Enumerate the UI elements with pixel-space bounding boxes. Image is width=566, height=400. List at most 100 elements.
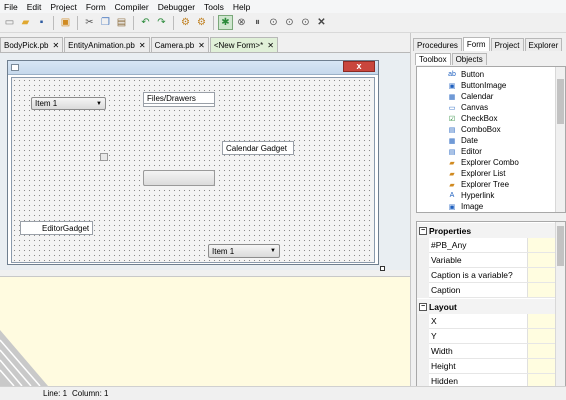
save-all-icon[interactable]: ▣ — [58, 15, 73, 30]
property-value[interactable] — [527, 359, 555, 373]
files-drawers-gadget[interactable]: Files/Drawers — [143, 92, 215, 104]
menu-form[interactable]: Form — [83, 2, 112, 12]
calendar-gadget[interactable]: Calendar Gadget — [222, 141, 294, 155]
cut-icon[interactable]: ✂ — [82, 15, 97, 30]
step-icon[interactable]: ⊙ — [266, 15, 281, 30]
property-value[interactable] — [527, 344, 555, 358]
section-layout[interactable]: − Layout — [417, 299, 555, 314]
toolbar-separator — [53, 15, 54, 30]
property-value[interactable] — [527, 283, 555, 297]
collapse-icon[interactable]: − — [419, 226, 427, 235]
toolbox-item[interactable]: ▰ Explorer List — [447, 168, 505, 179]
menu-project[interactable]: Project — [47, 2, 82, 12]
combo-gadget[interactable]: Item 1 ▼ — [31, 97, 106, 110]
toolbox-item[interactable]: ab Button — [447, 69, 484, 80]
toolbox-item[interactable]: ▰ Explorer Combo — [447, 157, 519, 168]
close-tab-icon[interactable]: ✕ — [139, 41, 146, 50]
button-gadget[interactable] — [143, 170, 215, 186]
tab-toolbox[interactable]: Toolbox — [415, 53, 451, 65]
property-row[interactable]: Caption — [417, 282, 555, 298]
property-row[interactable]: #PB_Any — [417, 237, 555, 253]
undo-icon[interactable]: ↶ — [138, 15, 153, 30]
property-row[interactable]: Height — [417, 358, 555, 374]
properties-scrollbar[interactable] — [555, 222, 565, 399]
toolbox-item[interactable]: ▤ ComboBox — [447, 124, 501, 135]
tab-form[interactable]: Form — [462, 37, 490, 51]
menu-file[interactable]: File — [1, 2, 24, 12]
close-tab-icon[interactable]: ✕ — [52, 41, 59, 50]
stop-icon[interactable]: ⊗ — [234, 15, 249, 30]
form-canvas[interactable]: Item 1 ▼ Files/Drawers Calendar Gadget Ed… — [11, 77, 375, 263]
new-file-icon[interactable]: ▭ — [2, 15, 17, 30]
combo-gadget-2[interactable]: Item 1 ▼ — [208, 244, 280, 258]
toolbox-item[interactable]: ▰ Explorer Tree — [447, 179, 509, 190]
tab-explorer[interactable]: Explorer — [524, 38, 563, 51]
property-value[interactable] — [527, 329, 555, 343]
explorer-list-icon: ▰ — [449, 170, 455, 178]
property-row[interactable]: Y — [417, 328, 555, 344]
right-panel: Procedures Form Project Explorer Toolbox… — [410, 33, 566, 400]
open-icon[interactable]: ▰ — [18, 15, 33, 30]
close-tab-icon[interactable]: ✕ — [198, 41, 205, 50]
copy-icon[interactable]: ❐ — [98, 15, 113, 30]
step-over-icon[interactable]: ⊙ — [282, 15, 297, 30]
editor-gadget[interactable]: EditorGadget — [20, 221, 93, 235]
toolbar-separator — [213, 15, 214, 30]
menu-tools[interactable]: Tools — [201, 2, 230, 12]
tab-procedures[interactable]: Procedures — [413, 38, 462, 51]
form-window[interactable]: x Item 1 ▼ Files/Drawers Calendar Gadget … — [7, 60, 379, 265]
collapse-icon[interactable]: − — [419, 302, 427, 311]
property-value[interactable] — [527, 268, 555, 282]
form-resize-handle[interactable] — [380, 266, 385, 271]
property-value[interactable] — [527, 314, 555, 328]
toolbox-item[interactable]: ▣ ButtonImage — [447, 80, 507, 91]
close-button[interactable]: x — [343, 61, 375, 72]
toolbox-item[interactable]: ▤ Editor — [447, 146, 482, 157]
tab-entityanimation[interactable]: EntityAnimation.pb ✕ — [64, 37, 150, 52]
tab-camera[interactable]: Camera.pb ✕ — [150, 37, 209, 52]
date-icon: ▦ — [448, 137, 456, 145]
debug-icon[interactable]: ✱ — [218, 15, 233, 30]
tab-project[interactable]: Project — [490, 38, 524, 51]
save-icon[interactable]: ▪ — [34, 15, 49, 30]
explorer-tree-icon: ▰ — [449, 181, 455, 189]
paste-icon[interactable]: ▤ — [114, 15, 129, 30]
close-tab-icon[interactable]: ✕ — [267, 41, 274, 50]
run-icon[interactable]: ⚙ — [194, 15, 209, 30]
redo-icon[interactable]: ↷ — [154, 15, 169, 30]
property-value[interactable] — [527, 253, 555, 267]
property-row[interactable]: Variable — [417, 252, 555, 268]
property-row[interactable]: X — [417, 313, 555, 329]
menu-debugger[interactable]: Debugger — [155, 2, 201, 12]
tab-bodypick[interactable]: BodyPick.pb ✕ — [0, 37, 64, 52]
toolbox-item[interactable]: A Hyperlink — [447, 190, 495, 201]
toolbox-item[interactable]: ▭ Canvas — [447, 102, 488, 113]
form-titlebar[interactable]: x — [8, 61, 378, 75]
splitter-grip-icon[interactable] — [0, 330, 48, 386]
toolbox-item[interactable]: ☑ CheckBox — [447, 113, 498, 124]
toolbox-item[interactable]: ▣ Image — [447, 201, 484, 212]
checkbox-gadget[interactable] — [100, 153, 108, 161]
step-out-icon[interactable]: ⊙ — [298, 15, 313, 30]
menu-edit[interactable]: Edit — [24, 2, 48, 12]
tab-new-form[interactable]: <New Form>* ✕ — [209, 37, 278, 52]
property-value[interactable] — [527, 238, 555, 252]
image-icon: ▣ — [448, 203, 456, 211]
pause-icon[interactable]: ⏸ — [250, 15, 265, 30]
checkbox-icon: ☑ — [448, 115, 456, 123]
scrollbar-thumb[interactable] — [557, 79, 564, 124]
menu-compiler[interactable]: Compiler — [112, 2, 155, 12]
section-properties[interactable]: − Properties — [417, 223, 555, 238]
property-row[interactable]: Caption is a variable? — [417, 267, 555, 283]
tab-objects[interactable]: Objects — [451, 53, 487, 65]
toolbox-item[interactable]: ▦ Calendar — [447, 91, 494, 102]
kill-icon[interactable]: ✕ — [314, 15, 329, 30]
compile-icon[interactable]: ⚙ — [178, 15, 193, 30]
scrollbar-thumb[interactable] — [557, 226, 564, 266]
toolbox-item[interactable]: ▦ Date — [447, 135, 478, 146]
property-row[interactable]: Width — [417, 343, 555, 359]
toolbox-scrollbar[interactable] — [555, 67, 565, 212]
file-tabs: BodyPick.pb ✕ EntityAnimation.pb ✕ Camera.… — [0, 36, 410, 52]
menu-help[interactable]: Help — [230, 2, 256, 12]
status-line: Line: 1 — [43, 389, 68, 398]
